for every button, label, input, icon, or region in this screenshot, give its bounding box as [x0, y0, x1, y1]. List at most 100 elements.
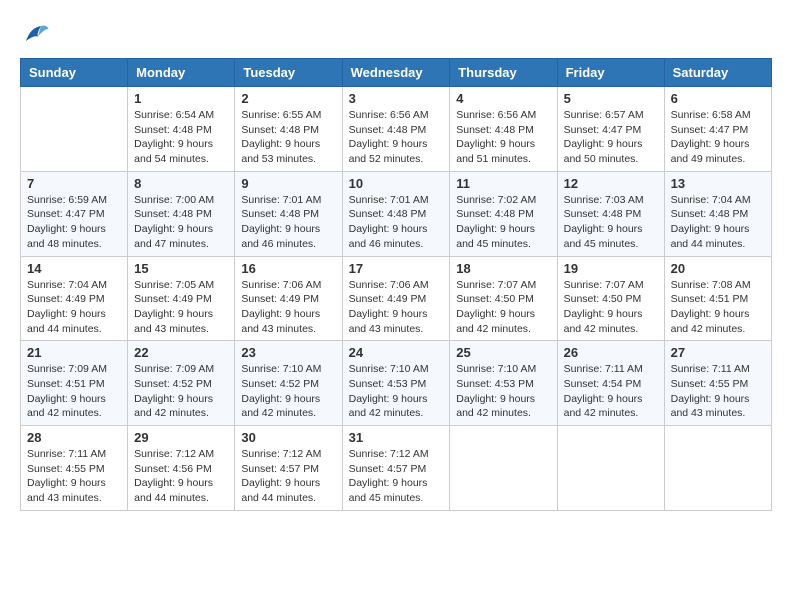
calendar-week-row: 21 Sunrise: 7:09 AMSunset: 4:51 PMDayligh… [21, 341, 772, 426]
day-info: Sunrise: 7:12 AMSunset: 4:56 PMDaylight:… [134, 447, 228, 506]
day-number: 11 [456, 176, 550, 191]
day-info: Sunrise: 7:06 AMSunset: 4:49 PMDaylight:… [241, 278, 335, 337]
calendar-week-row: 7 Sunrise: 6:59 AMSunset: 4:47 PMDaylight… [21, 171, 772, 256]
calendar-week-row: 1 Sunrise: 6:54 AMSunset: 4:48 PMDaylight… [21, 87, 772, 172]
day-number: 26 [564, 345, 658, 360]
day-number: 1 [134, 91, 228, 106]
logo-icon [20, 20, 50, 50]
day-number: 13 [671, 176, 765, 191]
weekday-header-tuesday: Tuesday [235, 59, 342, 87]
calendar-cell: 19 Sunrise: 7:07 AMSunset: 4:50 PMDayligh… [557, 256, 664, 341]
day-number: 3 [349, 91, 444, 106]
calendar-table: SundayMondayTuesdayWednesdayThursdayFrid… [20, 58, 772, 511]
day-number: 22 [134, 345, 228, 360]
day-number: 8 [134, 176, 228, 191]
calendar-cell: 30 Sunrise: 7:12 AMSunset: 4:57 PMDayligh… [235, 426, 342, 511]
day-info: Sunrise: 7:01 AMSunset: 4:48 PMDaylight:… [241, 193, 335, 252]
day-info: Sunrise: 6:59 AMSunset: 4:47 PMDaylight:… [27, 193, 121, 252]
day-number: 21 [27, 345, 121, 360]
day-number: 9 [241, 176, 335, 191]
day-info: Sunrise: 7:10 AMSunset: 4:52 PMDaylight:… [241, 362, 335, 421]
day-info: Sunrise: 6:58 AMSunset: 4:47 PMDaylight:… [671, 108, 765, 167]
day-number: 6 [671, 91, 765, 106]
day-info: Sunrise: 6:56 AMSunset: 4:48 PMDaylight:… [456, 108, 550, 167]
calendar-cell: 2Sunrise: 6:55 AMSunset: 4:48 PMDaylight… [235, 87, 342, 172]
day-info: Sunrise: 7:02 AMSunset: 4:48 PMDaylight:… [456, 193, 550, 252]
day-info: Sunrise: 6:55 AMSunset: 4:48 PMDaylight:… [241, 108, 335, 167]
day-info: Sunrise: 7:10 AMSunset: 4:53 PMDaylight:… [349, 362, 444, 421]
weekday-header-sunday: Sunday [21, 59, 128, 87]
calendar-cell: 14Sunrise: 7:04 AMSunset: 4:49 PMDayligh… [21, 256, 128, 341]
calendar-cell: 12Sunrise: 7:03 AMSunset: 4:48 PMDayligh… [557, 171, 664, 256]
calendar-cell: 5 Sunrise: 6:57 AMSunset: 4:47 PMDaylight… [557, 87, 664, 172]
calendar-cell: 10 Sunrise: 7:01 AMSunset: 4:48 PMDayligh… [342, 171, 450, 256]
day-number: 27 [671, 345, 765, 360]
day-info: Sunrise: 7:09 AMSunset: 4:52 PMDaylight:… [134, 362, 228, 421]
day-number: 5 [564, 91, 658, 106]
calendar-cell: 8 Sunrise: 7:00 AMSunset: 4:48 PMDaylight… [128, 171, 235, 256]
day-number: 20 [671, 261, 765, 276]
day-info: Sunrise: 6:57 AMSunset: 4:47 PMDaylight:… [564, 108, 658, 167]
day-number: 30 [241, 430, 335, 445]
calendar-week-row: 28 Sunrise: 7:11 AMSunset: 4:55 PMDayligh… [21, 426, 772, 511]
calendar-week-row: 14Sunrise: 7:04 AMSunset: 4:49 PMDayligh… [21, 256, 772, 341]
calendar-cell [450, 426, 557, 511]
day-info: Sunrise: 7:11 AMSunset: 4:54 PMDaylight:… [564, 362, 658, 421]
day-number: 4 [456, 91, 550, 106]
day-info: Sunrise: 7:12 AMSunset: 4:57 PMDaylight:… [349, 447, 444, 506]
calendar-cell [664, 426, 771, 511]
day-info: Sunrise: 7:04 AMSunset: 4:48 PMDaylight:… [671, 193, 765, 252]
day-number: 19 [564, 261, 658, 276]
day-number: 10 [349, 176, 444, 191]
calendar-cell: 7 Sunrise: 6:59 AMSunset: 4:47 PMDaylight… [21, 171, 128, 256]
calendar-cell: 29Sunrise: 7:12 AMSunset: 4:56 PMDayligh… [128, 426, 235, 511]
day-number: 17 [349, 261, 444, 276]
day-info: Sunrise: 6:56 AMSunset: 4:48 PMDaylight:… [349, 108, 444, 167]
calendar-cell [557, 426, 664, 511]
calendar-cell: 9 Sunrise: 7:01 AMSunset: 4:48 PMDaylight… [235, 171, 342, 256]
calendar-cell: 15Sunrise: 7:05 AMSunset: 4:49 PMDayligh… [128, 256, 235, 341]
day-info: Sunrise: 6:54 AMSunset: 4:48 PMDaylight:… [134, 108, 228, 167]
day-info: Sunrise: 7:00 AMSunset: 4:48 PMDaylight:… [134, 193, 228, 252]
calendar-cell: 31 Sunrise: 7:12 AMSunset: 4:57 PMDayligh… [342, 426, 450, 511]
calendar-cell: 22 Sunrise: 7:09 AMSunset: 4:52 PMDayligh… [128, 341, 235, 426]
weekday-header-saturday: Saturday [664, 59, 771, 87]
day-info: Sunrise: 7:12 AMSunset: 4:57 PMDaylight:… [241, 447, 335, 506]
calendar-cell: 27 Sunrise: 7:11 AMSunset: 4:55 PMDayligh… [664, 341, 771, 426]
calendar-cell: 1 Sunrise: 6:54 AMSunset: 4:48 PMDaylight… [128, 87, 235, 172]
day-info: Sunrise: 7:06 AMSunset: 4:49 PMDaylight:… [349, 278, 444, 337]
calendar-cell: 24 Sunrise: 7:10 AMSunset: 4:53 PMDayligh… [342, 341, 450, 426]
day-number: 23 [241, 345, 335, 360]
calendar-cell: 26 Sunrise: 7:11 AMSunset: 4:54 PMDayligh… [557, 341, 664, 426]
day-number: 24 [349, 345, 444, 360]
day-info: Sunrise: 7:10 AMSunset: 4:53 PMDaylight:… [456, 362, 550, 421]
calendar-cell: 6 Sunrise: 6:58 AMSunset: 4:47 PMDaylight… [664, 87, 771, 172]
calendar-cell: 16 Sunrise: 7:06 AMSunset: 4:49 PMDayligh… [235, 256, 342, 341]
day-info: Sunrise: 7:09 AMSunset: 4:51 PMDaylight:… [27, 362, 121, 421]
calendar-cell: 28 Sunrise: 7:11 AMSunset: 4:55 PMDayligh… [21, 426, 128, 511]
day-info: Sunrise: 7:08 AMSunset: 4:51 PMDaylight:… [671, 278, 765, 337]
calendar-cell: 3 Sunrise: 6:56 AMSunset: 4:48 PMDaylight… [342, 87, 450, 172]
logo [20, 20, 54, 50]
day-number: 25 [456, 345, 550, 360]
day-info: Sunrise: 7:01 AMSunset: 4:48 PMDaylight:… [349, 193, 444, 252]
calendar-cell: 20 Sunrise: 7:08 AMSunset: 4:51 PMDayligh… [664, 256, 771, 341]
day-number: 18 [456, 261, 550, 276]
calendar-cell: 4 Sunrise: 6:56 AMSunset: 4:48 PMDaylight… [450, 87, 557, 172]
day-number: 28 [27, 430, 121, 445]
day-info: Sunrise: 7:07 AMSunset: 4:50 PMDaylight:… [564, 278, 658, 337]
calendar-cell: 18Sunrise: 7:07 AMSunset: 4:50 PMDayligh… [450, 256, 557, 341]
day-number: 7 [27, 176, 121, 191]
day-info: Sunrise: 7:04 AMSunset: 4:49 PMDaylight:… [27, 278, 121, 337]
day-info: Sunrise: 7:11 AMSunset: 4:55 PMDaylight:… [27, 447, 121, 506]
calendar-cell: 25 Sunrise: 7:10 AMSunset: 4:53 PMDayligh… [450, 341, 557, 426]
day-number: 15 [134, 261, 228, 276]
calendar-cell: 21 Sunrise: 7:09 AMSunset: 4:51 PMDayligh… [21, 341, 128, 426]
calendar-cell: 23 Sunrise: 7:10 AMSunset: 4:52 PMDayligh… [235, 341, 342, 426]
day-info: Sunrise: 7:11 AMSunset: 4:55 PMDaylight:… [671, 362, 765, 421]
header [20, 20, 772, 50]
weekday-header-friday: Friday [557, 59, 664, 87]
calendar-cell [21, 87, 128, 172]
day-number: 31 [349, 430, 444, 445]
day-number: 16 [241, 261, 335, 276]
